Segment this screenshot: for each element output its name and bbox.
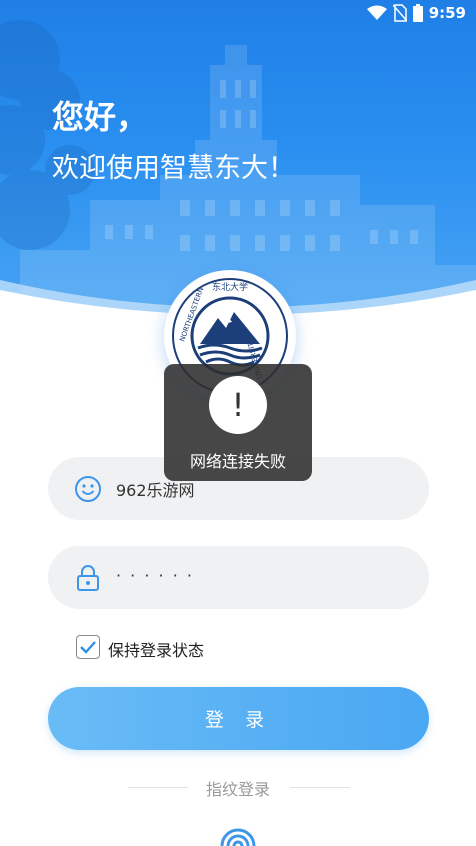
toast-message: 网络连接失败 — [189, 452, 286, 471]
smile-icon — [75, 476, 101, 502]
fingerprint-login-label[interactable]: 指纹登录 — [0, 776, 476, 800]
status-bar: 9:59 — [0, 0, 476, 28]
error-toast: ! 网络连接失败 — [164, 364, 312, 481]
checkmark-icon — [80, 641, 96, 654]
no-sim-icon — [392, 4, 407, 22]
remember-label[interactable]: 保持登录状态 — [108, 637, 204, 661]
welcome-subtitle: 欢迎使用智慧东大！ — [52, 153, 295, 184]
wifi-icon — [366, 5, 387, 20]
login-button[interactable]: 登 录 — [48, 687, 429, 750]
greeting-title: 您好， — [52, 98, 149, 136]
password-input[interactable]: · · · · · · — [116, 566, 194, 585]
fingerprint-icon[interactable] — [218, 826, 258, 846]
lock-icon — [77, 565, 99, 591]
exclamation-icon: ! — [209, 376, 267, 434]
battery-icon — [412, 4, 423, 22]
logo-top-text: 东北大学 — [212, 281, 248, 293]
status-time: 9:59 — [428, 4, 466, 22]
password-field[interactable]: · · · · · · — [48, 546, 429, 609]
remember-checkbox[interactable] — [76, 635, 100, 659]
